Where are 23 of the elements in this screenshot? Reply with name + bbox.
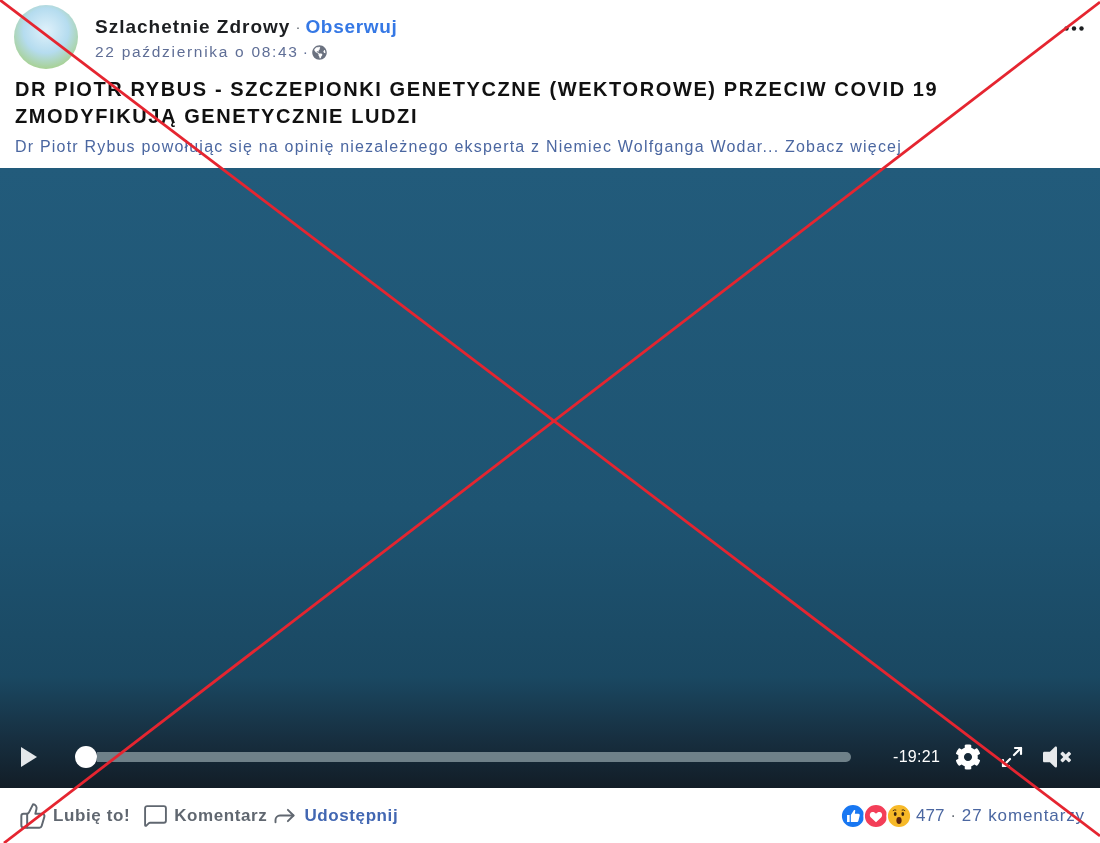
fullscreen-icon — [1000, 745, 1025, 769]
globe-icon — [311, 44, 327, 60]
like-reaction-icon — [840, 802, 867, 829]
progress-thumb[interactable] — [75, 746, 97, 768]
surprised-face-icon — [886, 802, 913, 829]
see-more-link[interactable]: Zobacz więcej — [785, 138, 902, 155]
separator-dot: · — [302, 42, 308, 62]
more-icon — [1064, 25, 1084, 31]
comment-icon — [143, 803, 169, 828]
thumbs-up-icon — [19, 801, 47, 830]
follow-link[interactable]: Obserwuj — [305, 16, 398, 38]
separator-dot: · — [295, 17, 301, 37]
separator-dot: · — [950, 805, 956, 826]
reaction-count[interactable]: 477 — [916, 802, 945, 829]
time-remaining: -19:21 — [893, 747, 941, 767]
heart-reaction-icon — [863, 802, 890, 829]
like-action-button[interactable]: Lubię to! — [19, 801, 131, 830]
comment-action-button[interactable]: Komentarz — [143, 802, 268, 829]
author-name[interactable]: Szlachetnie Zdrowy — [95, 16, 291, 38]
post-timestamp[interactable]: 22 października o 08:43 — [95, 42, 299, 62]
video-frame[interactable]: -19:21 — [0, 168, 1100, 788]
share-action-button[interactable]: Udostępnij — [271, 802, 399, 829]
settings-icon — [955, 744, 982, 770]
